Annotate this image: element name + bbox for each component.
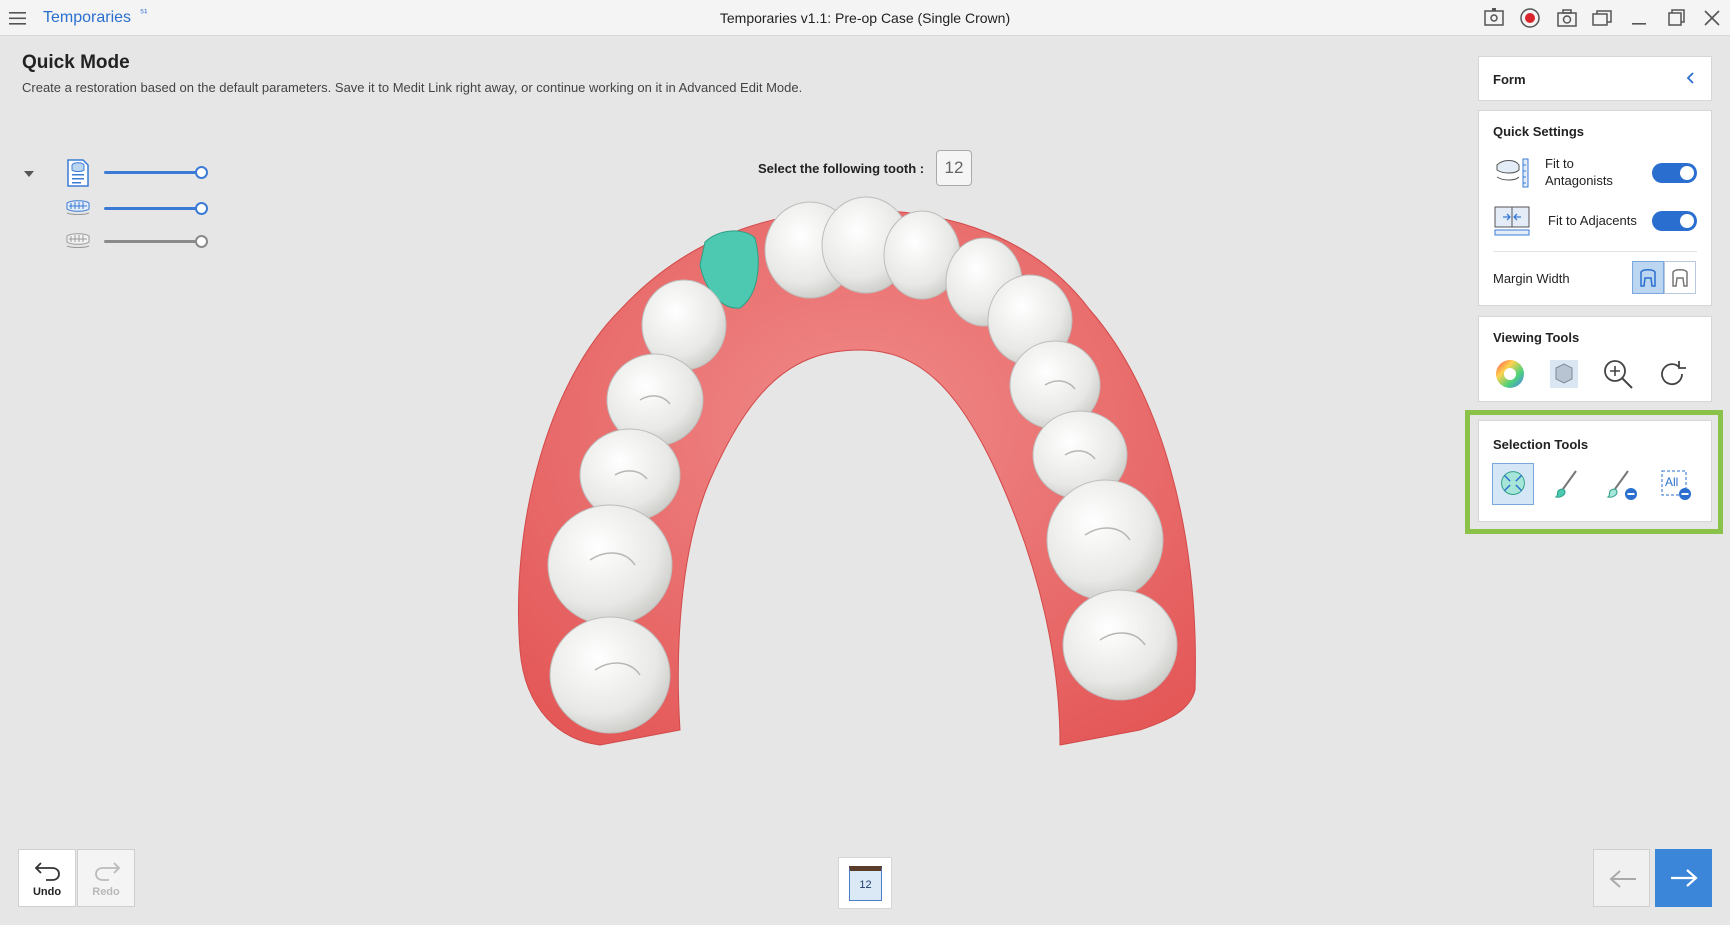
smart-select-button[interactable]	[1492, 463, 1534, 505]
reset-view-icon[interactable]	[1651, 353, 1693, 395]
antagonist-scan-icon[interactable]	[64, 228, 92, 256]
opacity-slider-handle[interactable]	[195, 235, 208, 248]
form-panel: Form	[1478, 56, 1712, 101]
tooth-margin-narrow-icon	[1640, 269, 1656, 287]
deselect-all-button[interactable]: All	[1654, 463, 1696, 505]
opacity-slider-handle[interactable]	[195, 166, 208, 179]
dental-arch-model[interactable]	[500, 190, 1220, 760]
undo-label: Undo	[32, 886, 62, 898]
fit-adjacents-label: Fit to Adjacents	[1548, 213, 1637, 228]
opacity-slider-handle[interactable]	[195, 202, 208, 215]
record-icon[interactable]	[1518, 6, 1542, 30]
app-name: Temporaries	[43, 9, 132, 26]
fit-antagonists-toggle[interactable]	[1652, 163, 1697, 183]
redo-label: Redo	[92, 886, 120, 898]
viewing-tools-panel: Viewing Tools	[1478, 316, 1712, 402]
tooth-chip-number: 12	[849, 866, 882, 901]
fit-antagonists-icon	[1496, 158, 1529, 188]
title-bar: Temporaries ⁵¹ Temporaries v1.1: Pre-op …	[0, 0, 1730, 36]
arrow-left-icon	[1609, 870, 1636, 888]
page-description: Create a restoration based on the defaul…	[22, 80, 803, 95]
screen-capture-icon[interactable]	[1482, 6, 1506, 30]
brush-deselect-icon[interactable]	[1600, 463, 1642, 505]
fit-adjacents-row: Fit to Adjacents	[1479, 201, 1711, 241]
window-title: Temporaries v1.1: Pre-op Case (Single Cr…	[719, 10, 1011, 26]
next-step-button[interactable]	[1655, 849, 1712, 907]
minimize-icon[interactable]	[1627, 6, 1651, 30]
opacity-slider-track[interactable]	[104, 171, 202, 174]
margin-width-wide-button[interactable]	[1664, 261, 1696, 294]
tooth-chip[interactable]: 12	[838, 857, 892, 909]
fit-adjacents-icon	[1494, 206, 1530, 236]
layer-restoration	[64, 159, 224, 187]
select-tooth-label: Select the following tooth :	[758, 161, 925, 176]
fit-antagonists-label: Fit to Antagonists	[1545, 156, 1613, 188]
camera-icon[interactable]	[1555, 6, 1579, 30]
viewing-tools-title: Viewing Tools	[1493, 330, 1580, 345]
redo-button[interactable]: Redo	[77, 849, 135, 907]
document-icon[interactable]	[64, 159, 92, 187]
fit-adjacents-toggle[interactable]	[1652, 211, 1697, 231]
menu-icon[interactable]	[8, 8, 28, 28]
margin-width-label: Margin Width	[1493, 271, 1570, 286]
arch-scan-icon[interactable]	[64, 195, 92, 223]
divider	[1493, 251, 1697, 252]
form-title: Form	[1493, 72, 1526, 87]
tooth-margin-wide-icon	[1672, 269, 1688, 287]
collapse-caret-icon[interactable]	[22, 167, 36, 181]
page-title: Quick Mode	[22, 52, 130, 73]
app-badge: ⁵¹	[140, 8, 148, 19]
color-wheel-icon[interactable]	[1489, 353, 1531, 395]
smart-select-icon	[1501, 471, 1525, 495]
layer-pre-op	[64, 195, 224, 223]
close-icon[interactable]	[1700, 6, 1724, 30]
all-label: All	[1665, 475, 1679, 489]
quick-settings-panel: Quick Settings Fit to Antagonists Fit to…	[1478, 110, 1712, 306]
brush-select-icon[interactable]	[1546, 463, 1588, 505]
cube-view-icon[interactable]	[1543, 353, 1585, 395]
undo-button[interactable]: Undo	[18, 849, 76, 907]
selection-tools-title: Selection Tools	[1493, 437, 1589, 452]
previous-step-button[interactable]	[1593, 849, 1650, 907]
opacity-slider-track[interactable]	[104, 207, 202, 210]
selection-tools-panel: Selection Tools All	[1478, 420, 1712, 522]
layer-antagonist	[64, 228, 224, 256]
undo-icon	[34, 862, 60, 881]
fit-antagonists-row: Fit to Antagonists	[1479, 153, 1711, 193]
zoom-icon[interactable]	[1597, 353, 1639, 395]
chevron-left-icon[interactable]	[1683, 70, 1699, 86]
arrow-right-icon	[1671, 869, 1698, 887]
margin-width-narrow-button[interactable]	[1632, 261, 1664, 294]
tooth-number-badge: 12	[936, 150, 972, 186]
quick-settings-title: Quick Settings	[1493, 124, 1585, 139]
redo-icon	[95, 862, 121, 881]
opacity-slider-track[interactable]	[104, 240, 202, 243]
window-icon[interactable]	[1590, 6, 1614, 30]
maximize-icon[interactable]	[1664, 6, 1688, 30]
